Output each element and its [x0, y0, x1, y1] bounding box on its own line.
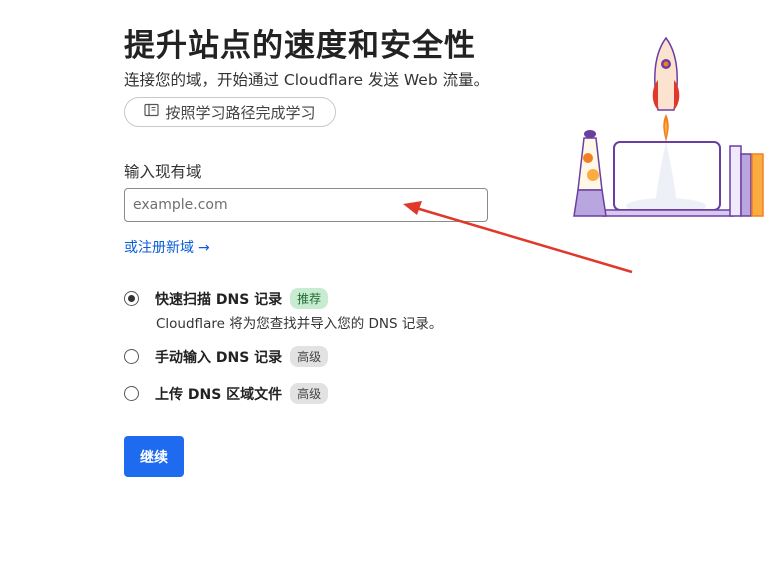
arrow-right-icon: → — [198, 240, 210, 256]
book-icon — [144, 103, 160, 121]
option-label: 快速扫描 DNS 记录 — [155, 291, 283, 308]
advanced-badge: 高级 — [290, 383, 329, 404]
radio-manual-entry[interactable] — [124, 349, 139, 364]
option-label: 手动输入 DNS 记录 — [155, 349, 283, 366]
learning-path-label: 按照学习路径完成学习 — [165, 103, 316, 122]
continue-button[interactable]: 继续 — [124, 436, 184, 477]
rocket-icon — [652, 36, 680, 142]
register-domain-label: 或注册新域 — [124, 240, 194, 256]
domain-input[interactable] — [124, 188, 488, 222]
page-title: 提升站点的速度和安全性 — [124, 28, 476, 64]
domain-field-label: 输入现有域 — [124, 163, 202, 181]
option-manual-entry[interactable]: 手动输入 DNS 记录 高级 — [124, 346, 329, 367]
lava-lamp-icon — [573, 130, 607, 217]
recommended-badge: 推荐 — [290, 288, 329, 309]
register-domain-link[interactable]: 或注册新域 → — [124, 237, 210, 257]
rocket-launch-illustration — [573, 36, 764, 217]
advanced-badge: 高级 — [290, 346, 329, 367]
radio-upload-zone-file[interactable] — [124, 386, 139, 401]
option-upload-zone-file[interactable]: 上传 DNS 区域文件 高级 — [124, 383, 329, 404]
books-icon — [729, 145, 764, 217]
option-quick-scan[interactable]: 快速扫描 DNS 记录 推荐 — [124, 288, 329, 309]
radio-quick-scan[interactable] — [124, 291, 139, 306]
page-subtitle: 连接您的域，开始通过 Cloudflare 发送 Web 流量。 — [124, 71, 490, 89]
onboarding-page: 提升站点的速度和安全性 连接您的域，开始通过 Cloudflare 发送 Web… — [0, 0, 774, 561]
option-label: 上传 DNS 区域文件 — [155, 386, 283, 403]
option-description: Cloudflare 将为您查找并导入您的 DNS 记录。 — [156, 316, 443, 332]
learning-path-button[interactable]: 按照学习路径完成学习 — [124, 97, 336, 127]
